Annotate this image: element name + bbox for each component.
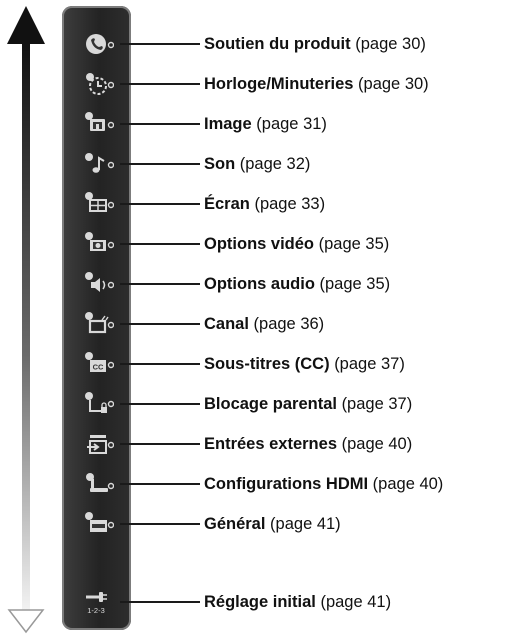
menu-item-page: (page 35) <box>318 235 390 253</box>
menu-item-hdmi-settings[interactable]: Configurations HDMI (page 40) <box>0 464 515 504</box>
menu-item-page: (page 31) <box>256 115 327 133</box>
parental-lock-icon <box>85 392 114 413</box>
connector-line <box>120 283 200 285</box>
menu-item-page: (page 41) <box>320 593 392 611</box>
menu-item-title: Image <box>204 115 252 133</box>
connector-line <box>120 601 200 603</box>
svg-text:CC: CC <box>93 363 104 372</box>
menu-item-title: Entrées externes <box>204 435 337 453</box>
menu-item-title: Blocage parental <box>204 395 337 413</box>
video-options-icon <box>85 232 114 251</box>
menu-item-label: Réglage initial (page 41) <box>204 592 391 612</box>
menu-item-sound[interactable]: Son (page 32) <box>0 144 515 184</box>
connector-line <box>120 123 200 125</box>
menu-item-label: Écran (page 33) <box>204 194 325 214</box>
menu-item-label: Canal (page 36) <box>204 314 324 334</box>
menu-item-parental-lock[interactable]: Blocage parental (page 37) <box>0 384 515 424</box>
connector-line <box>120 483 200 485</box>
clock-timer-icon <box>86 73 114 95</box>
menu-item-title: Soutien du produit <box>204 35 351 53</box>
phone-icon <box>86 34 114 54</box>
menu-item-page: (page 36) <box>253 315 325 333</box>
audio-options-icon <box>85 272 114 292</box>
menu-item-screen[interactable]: Écran (page 33) <box>0 184 515 224</box>
menu-item-page: (page 37) <box>341 395 413 413</box>
channel-tv-icon <box>85 312 114 334</box>
menu-item-page: (page 40) <box>372 475 444 493</box>
menu-item-page: (page 35) <box>319 275 391 293</box>
closed-caption-icon: CC <box>85 352 114 372</box>
initial-setup-icon-text: 1-2-3 <box>87 606 105 615</box>
menu-item-general[interactable]: Général (page 41) <box>0 504 515 544</box>
menu-item-product-support[interactable]: Soutien du produit (page 30) <box>0 24 515 64</box>
menu-item-title: Options audio <box>204 275 315 293</box>
menu-item-audio-options[interactable]: Options audio (page 35) <box>0 264 515 304</box>
menu-item-title: Écran <box>204 195 250 213</box>
picture-icon <box>85 112 114 131</box>
menu-item-label: Sous-titres (CC) (page 37) <box>204 354 405 374</box>
connector-line <box>120 403 200 405</box>
menu-item-initial-setup[interactable]: 1-2-3 Réglage initial (page 41) <box>0 582 515 622</box>
menu-item-page: (page 30) <box>355 35 426 53</box>
menu-item-external-inputs[interactable]: Entrées externes (page 40) <box>0 424 515 464</box>
general-settings-icon <box>85 512 114 532</box>
menu-item-page: (page 33) <box>254 195 326 213</box>
connector-line <box>120 243 200 245</box>
menu-item-title: Réglage initial <box>204 593 316 611</box>
screen-icon <box>85 192 114 212</box>
menu-item-label: Entrées externes (page 40) <box>204 434 412 454</box>
menu-item-title: Sous-titres (CC) <box>204 355 330 373</box>
connector-line <box>120 83 200 85</box>
menu-item-page: (page 37) <box>334 355 405 373</box>
menu-item-page: (page 41) <box>270 515 341 533</box>
connector-line <box>120 203 200 205</box>
menu-item-label: Options vidéo (page 35) <box>204 234 389 254</box>
connector-line <box>120 163 200 165</box>
hdmi-settings-icon <box>86 473 114 492</box>
connector-line <box>120 363 200 365</box>
initial-setup-icon: 1-2-3 <box>86 592 107 615</box>
menu-item-title: Son <box>204 155 236 173</box>
external-inputs-icon <box>87 435 114 454</box>
menu-item-label: Horloge/Minuteries (page 30) <box>204 74 429 94</box>
connector-line <box>120 523 200 525</box>
connector-line <box>120 443 200 445</box>
menu-item-label: Configurations HDMI (page 40) <box>204 474 443 494</box>
sound-note-icon <box>85 153 114 173</box>
menu-item-clock-timers[interactable]: Horloge/Minuteries (page 30) <box>0 64 515 104</box>
menu-item-picture[interactable]: Image (page 31) <box>0 104 515 144</box>
menu-item-channel[interactable]: Canal (page 36) <box>0 304 515 344</box>
menu-item-label: Son (page 32) <box>204 154 310 174</box>
menu-item-label: Soutien du produit (page 30) <box>204 34 426 54</box>
menu-item-label: Image (page 31) <box>204 114 327 134</box>
menu-item-page: (page 32) <box>239 155 311 173</box>
menu-item-closed-captions[interactable]: CC Sous-titres (CC) (page 37) <box>0 344 515 384</box>
menu-item-page: (page 40) <box>341 435 413 453</box>
menu-item-title: Canal <box>204 315 249 333</box>
menu-item-video-options[interactable]: Options vidéo (page 35) <box>0 224 515 264</box>
menu-item-title: Horloge/Minuteries <box>204 75 354 93</box>
menu-item-label: Général (page 41) <box>204 514 341 534</box>
menu-item-page: (page 30) <box>358 75 429 93</box>
menu-item-title: Configurations HDMI <box>204 475 369 493</box>
menu-item-label: Blocage parental (page 37) <box>204 394 412 414</box>
menu-item-label: Options audio (page 35) <box>204 274 390 294</box>
connector-line <box>120 323 200 325</box>
connector-line <box>120 43 200 45</box>
menu-item-title: Général <box>204 515 266 533</box>
menu-item-title: Options vidéo <box>204 235 315 253</box>
